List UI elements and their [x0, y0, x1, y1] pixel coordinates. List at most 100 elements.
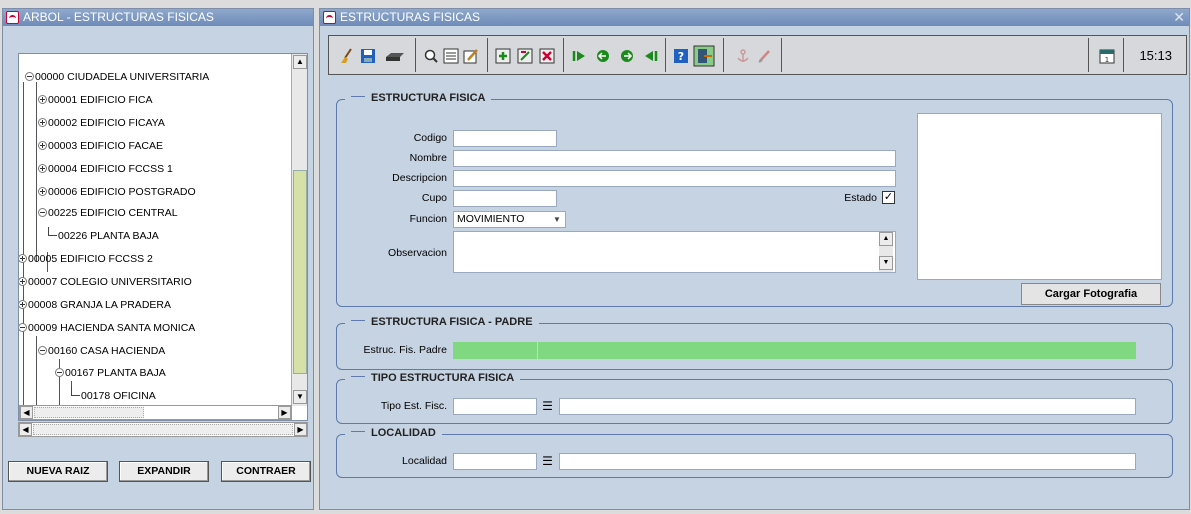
collapse-node-icon[interactable]: [25, 72, 34, 81]
first-record-icon[interactable]: [571, 48, 587, 64]
tree-node-label: 00007 COLEGIO UNIVERSITARIO: [28, 276, 192, 288]
cupo-field[interactable]: [453, 190, 557, 207]
toolbar-separator: [781, 38, 782, 72]
scroll-up-icon[interactable]: ▲: [879, 232, 893, 246]
tree-node[interactable]: 00003 EDIFICIO FACAE: [38, 137, 163, 155]
expand-node-icon[interactable]: [38, 118, 47, 127]
tipo-code-field[interactable]: [453, 398, 537, 415]
scroll-track: [879, 246, 893, 256]
tree-node-label: 00004 EDIFICIO FCCSS 1: [48, 163, 173, 175]
chevron-down-icon[interactable]: ▼: [551, 214, 563, 225]
padre-label: Estruc. Fis. Padre: [363, 344, 447, 356]
tree-vertical-scrollbar[interactable]: ▲ ▼: [291, 54, 307, 406]
codigo-field[interactable]: [453, 130, 557, 147]
expand-node-icon[interactable]: [38, 141, 47, 150]
duplicate-record-icon[interactable]: [517, 48, 533, 64]
new-root-button[interactable]: NUEVA RAIZ: [8, 461, 108, 482]
clear-icon[interactable]: [339, 48, 355, 64]
expand-node-icon[interactable]: [19, 300, 27, 309]
tree-node[interactable]: 00005 EDIFICIO FCCSS 2: [19, 250, 153, 268]
scroll-down-icon[interactable]: ▼: [879, 256, 893, 270]
tree-node[interactable]: 00167 PLANTA BAJA: [55, 364, 166, 382]
delete-record-icon[interactable]: [539, 48, 555, 64]
observacion-textarea[interactable]: [453, 231, 896, 273]
form-window-titlebar[interactable]: ESTRUCTURAS FISICAS ✕: [320, 9, 1189, 26]
toolbar-separator: [1123, 38, 1124, 72]
calendar-icon[interactable]: 1: [1099, 48, 1115, 64]
tree-node[interactable]: 00225 EDIFICIO CENTRAL: [38, 204, 178, 222]
collapse-node-icon[interactable]: [19, 323, 27, 332]
next-record-icon[interactable]: [619, 48, 635, 64]
section-legend: TIPO ESTRUCTURA FISICA: [345, 372, 521, 384]
descripcion-field[interactable]: [453, 170, 896, 187]
tree-node[interactable]: 00178 OFICINA: [71, 387, 156, 405]
localidad-name-field[interactable]: [559, 453, 1136, 470]
edit-icon[interactable]: [463, 48, 479, 64]
localidad-code-field[interactable]: [453, 453, 537, 470]
padre-code-field: [453, 342, 537, 359]
scroll-left-icon[interactable]: ◀: [19, 423, 32, 436]
tree-horizontal-scrollbar[interactable]: ◀ ▶: [19, 405, 292, 420]
list-of-values-icon[interactable]: ☰: [539, 398, 556, 415]
tree-window-titlebar[interactable]: ARBOL - ESTRUCTURAS FISICAS: [3, 9, 313, 26]
tree-node-label: 00008 GRANJA LA PRADERA: [28, 299, 171, 311]
tree-node-label: 00178 OFICINA: [81, 390, 156, 402]
close-icon[interactable]: ✕: [1173, 9, 1185, 26]
toolbar-separator: [723, 38, 724, 72]
exit-icon[interactable]: [693, 45, 715, 67]
save-icon[interactable]: [360, 48, 376, 64]
tree-node[interactable]: 00008 GRANJA LA PRADERA: [19, 296, 171, 314]
list-icon[interactable]: [443, 48, 459, 64]
textarea-scrollbar[interactable]: ▲ ▼: [879, 232, 893, 272]
tree-node-label: 00006 EDIFICIO POSTGRADO: [48, 186, 196, 198]
scroll-left-icon[interactable]: ◀: [20, 406, 33, 419]
list-of-values-icon[interactable]: ☰: [539, 453, 556, 470]
tree-view[interactable]: 00000 CIUDADELA UNIVERSITARIA 00001 EDIF…: [18, 53, 308, 421]
scroll-up-icon[interactable]: ▲: [293, 55, 307, 69]
collapse-node-icon[interactable]: [55, 368, 64, 377]
tree-node[interactable]: 00000 CIUDADELA UNIVERSITARIA: [25, 68, 209, 86]
tree-node[interactable]: 00160 CASA HACIENDA: [38, 342, 165, 360]
previous-record-icon[interactable]: [595, 48, 611, 64]
expand-button[interactable]: EXPANDIR: [119, 461, 209, 482]
estado-checkbox[interactable]: ✓: [882, 191, 895, 204]
tree-node[interactable]: 00004 EDIFICIO FCCSS 1: [38, 160, 173, 178]
print-icon[interactable]: [383, 48, 407, 64]
help-icon[interactable]: ?: [673, 48, 689, 64]
tree-node[interactable]: 00009 HACIENDA SANTA MONICA: [19, 319, 195, 337]
tree-node[interactable]: 00002 EDIFICIO FICAYA: [38, 114, 165, 132]
scroll-right-icon[interactable]: ▶: [294, 423, 307, 436]
search-icon[interactable]: [423, 48, 439, 64]
collapse-button[interactable]: CONTRAER: [221, 461, 311, 482]
tree-node[interactable]: 00226 PLANTA BAJA: [48, 227, 159, 245]
expand-node-icon[interactable]: [38, 95, 47, 104]
tipo-name-field[interactable]: [559, 398, 1136, 415]
tipo-label: Tipo Est. Fisc.: [380, 400, 447, 412]
form-window-title: ESTRUCTURAS FISICAS: [340, 10, 481, 24]
scroll-thumb[interactable]: [34, 407, 144, 418]
last-record-icon[interactable]: [643, 48, 659, 64]
expand-node-icon[interactable]: [19, 277, 27, 286]
scroll-down-icon[interactable]: ▼: [293, 390, 307, 404]
toolbar-separator: [563, 38, 564, 72]
tree-node-label: 00167 PLANTA BAJA: [65, 367, 166, 379]
tree-node[interactable]: 00007 COLEGIO UNIVERSITARIO: [19, 273, 192, 291]
expand-node-icon[interactable]: [38, 187, 47, 196]
collapse-node-icon[interactable]: [38, 208, 47, 217]
funcion-select[interactable]: MOVIMIENTO ▼: [453, 211, 566, 228]
window-horizontal-scrollbar[interactable]: ◀ ▶: [18, 422, 308, 437]
scroll-thumb[interactable]: [293, 170, 307, 374]
nombre-field[interactable]: [453, 150, 896, 167]
anchor-icon[interactable]: [735, 48, 751, 64]
tree-node[interactable]: 00001 EDIFICIO FICA: [38, 91, 152, 109]
insert-record-icon[interactable]: [495, 48, 511, 64]
pen-icon[interactable]: [757, 48, 773, 64]
collapse-node-icon[interactable]: [38, 346, 47, 355]
tree-window-title: ARBOL - ESTRUCTURAS FISICAS: [23, 10, 214, 24]
expand-node-icon[interactable]: [19, 254, 27, 263]
upload-photo-button[interactable]: Cargar Fotografia: [1021, 283, 1161, 305]
tree-node[interactable]: 00006 EDIFICIO POSTGRADO: [38, 183, 196, 201]
scroll-right-icon[interactable]: ▶: [278, 406, 291, 419]
expand-node-icon[interactable]: [38, 164, 47, 173]
scroll-thumb[interactable]: [33, 424, 293, 435]
